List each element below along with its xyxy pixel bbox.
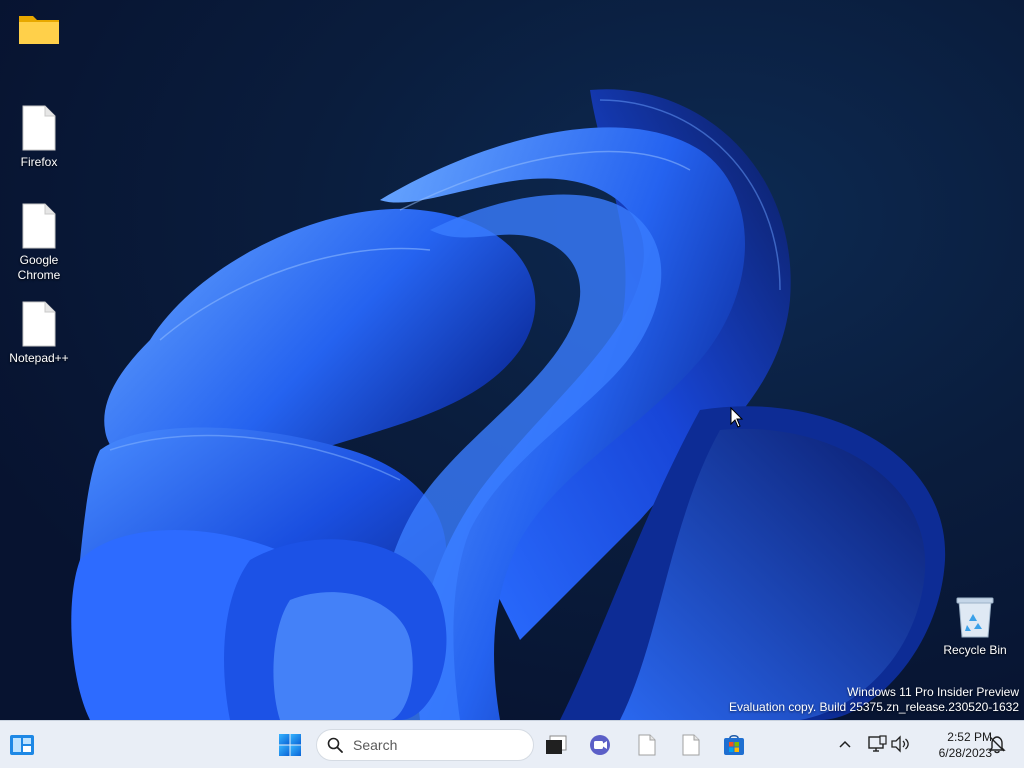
file-icon bbox=[22, 203, 56, 249]
notification-center-button[interactable] bbox=[986, 733, 1008, 755]
watermark-build: Evaluation copy. Build 25375.zn_release.… bbox=[729, 700, 1019, 714]
windows-watermark: Windows 11 Pro Insider Preview Evaluatio… bbox=[729, 685, 1019, 715]
file-icon bbox=[22, 301, 56, 347]
video-camera-icon bbox=[590, 735, 610, 755]
store-button[interactable] bbox=[714, 725, 754, 765]
speaker-icon bbox=[891, 735, 909, 753]
file-icon bbox=[638, 734, 656, 756]
desktop[interactable]: Firefox Google Chrome Notepad++ Recycle … bbox=[0, 0, 1024, 720]
folder-icon bbox=[19, 16, 59, 44]
notification-bell-icon bbox=[988, 736, 1006, 754]
desktop-icon-label: Notepad++ bbox=[9, 351, 69, 365]
search-input[interactable] bbox=[351, 736, 515, 754]
clock-time: 2:52 PM bbox=[947, 730, 992, 744]
desktop-icon-folder[interactable] bbox=[3, 10, 75, 50]
wallpaper-bloom bbox=[71, 89, 946, 720]
network-icon bbox=[868, 735, 887, 752]
volume-button[interactable] bbox=[889, 733, 911, 755]
desktop-icon-recycle-bin[interactable]: Recycle Bin bbox=[939, 597, 1011, 658]
mouse-pointer-icon bbox=[730, 407, 744, 428]
task-view-button[interactable] bbox=[536, 725, 576, 765]
file-icon bbox=[682, 734, 700, 756]
clock-date: 6/28/2023 bbox=[938, 746, 992, 760]
show-hidden-icons-button[interactable] bbox=[834, 733, 856, 755]
desktop-icon-label: Recycle Bin bbox=[943, 643, 1007, 657]
desktop-icon-firefox[interactable]: Firefox bbox=[3, 105, 75, 170]
windows-start-icon bbox=[279, 734, 301, 756]
start-button[interactable] bbox=[270, 725, 310, 765]
task-view-icon bbox=[546, 735, 567, 754]
widgets-button[interactable] bbox=[2, 725, 42, 765]
desktop-icon-label: Firefox bbox=[20, 155, 58, 169]
file-icon bbox=[22, 105, 56, 151]
watermark-edition: Windows 11 Pro Insider Preview bbox=[847, 685, 1019, 699]
widgets-icon bbox=[10, 735, 34, 755]
desktop-icon-notepad-plus-plus[interactable]: Notepad++ bbox=[3, 301, 75, 366]
desktop-icon-label: Google Chrome bbox=[17, 253, 61, 282]
recycle-bin-icon bbox=[956, 597, 994, 638]
taskbar: 2:52 PM 6/28/2023 bbox=[0, 720, 1024, 768]
meet-button[interactable] bbox=[581, 725, 621, 765]
network-button[interactable] bbox=[866, 733, 888, 755]
taskbar-search[interactable] bbox=[316, 729, 534, 761]
taskbar-clock[interactable]: 2:52 PM 6/28/2023 bbox=[914, 729, 992, 761]
chevron-up-icon bbox=[839, 740, 851, 748]
search-icon bbox=[327, 737, 343, 753]
desktop-icon-google-chrome[interactable]: Google Chrome bbox=[3, 203, 75, 283]
store-icon bbox=[724, 734, 744, 755]
taskbar-file-button-1[interactable] bbox=[627, 725, 667, 765]
taskbar-file-button-2[interactable] bbox=[671, 725, 711, 765]
